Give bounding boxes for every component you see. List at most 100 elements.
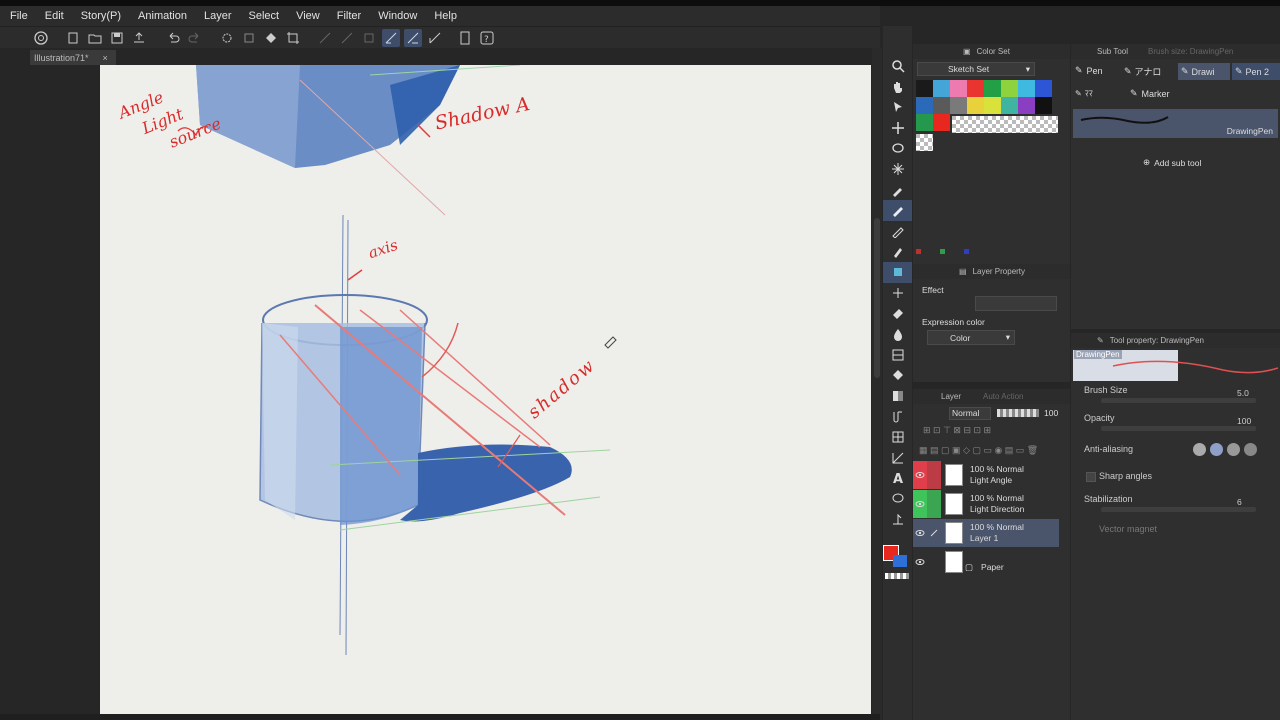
preset-preview[interactable]: DrawingPen bbox=[1073, 350, 1278, 381]
color-swatch-17[interactable] bbox=[933, 114, 950, 131]
fill-tool-icon[interactable] bbox=[883, 344, 912, 365]
sub-color-swatch[interactable] bbox=[893, 555, 907, 567]
sharp-angles-checkbox[interactable] bbox=[1086, 472, 1096, 482]
color-swatch-0[interactable] bbox=[916, 80, 933, 97]
layer-row[interactable]: 100 % Normal Light Direction bbox=[913, 490, 1059, 518]
export-icon[interactable] bbox=[130, 29, 148, 47]
layer-tab[interactable]: Layer bbox=[941, 392, 961, 401]
undo-icon[interactable] bbox=[164, 29, 182, 47]
airbrush-tool-icon[interactable] bbox=[883, 261, 912, 283]
new-file-icon[interactable] bbox=[64, 29, 82, 47]
lock-icon[interactable]: ⊞ ⊡ ⊤ ⊠ ⊟ ⊡ ⊞ bbox=[923, 425, 991, 437]
open-folder-icon[interactable] bbox=[86, 29, 104, 47]
auto-action-tab[interactable]: Auto Action bbox=[983, 392, 1023, 401]
blend-tool-icon[interactable] bbox=[883, 324, 912, 345]
balloon-tool-icon[interactable] bbox=[883, 488, 912, 509]
ruler-1-icon[interactable] bbox=[316, 29, 334, 47]
color-swatch-13[interactable] bbox=[1001, 97, 1018, 114]
lock-toggle-icon[interactable] bbox=[927, 461, 941, 489]
zoom-tool-icon[interactable] bbox=[883, 56, 912, 77]
visibility-eye-icon[interactable] bbox=[913, 490, 927, 518]
menu-file[interactable]: File bbox=[10, 10, 28, 22]
app-logo-icon[interactable] bbox=[32, 29, 50, 47]
canvas-area[interactable]: Angle Light source Shadow A axis shadow bbox=[0, 65, 872, 720]
color-swatch-4[interactable] bbox=[984, 80, 1001, 97]
menu-story[interactable]: Story(P) bbox=[81, 10, 121, 22]
color-swatch-2[interactable] bbox=[950, 80, 967, 97]
opacity-slider[interactable] bbox=[997, 409, 1039, 417]
magic-wand-icon[interactable] bbox=[883, 159, 912, 180]
brush-tool-icon[interactable] bbox=[883, 241, 912, 262]
group-marker[interactable]: ✎ Marker bbox=[1130, 88, 1170, 99]
brush-preview[interactable]: DrawingPen bbox=[1073, 109, 1278, 138]
layer-row[interactable]: ▢ Paper bbox=[913, 548, 1059, 576]
visibility-eye-icon[interactable] bbox=[913, 519, 927, 547]
add-sub-tool-button[interactable]: ⊕ Add sub tool bbox=[1143, 157, 1201, 168]
menu-window[interactable]: Window bbox=[378, 10, 417, 22]
brush-size-tab[interactable]: Brush size: DrawingPen bbox=[1148, 47, 1233, 56]
color-swatch-10[interactable] bbox=[950, 97, 967, 114]
property-value[interactable]: 5.0 bbox=[1237, 388, 1249, 398]
snap-ruler-icon[interactable] bbox=[382, 28, 400, 47]
color-swatch-8[interactable] bbox=[916, 97, 933, 114]
property-slider[interactable] bbox=[1101, 398, 1256, 403]
help-icon[interactable]: ? bbox=[478, 29, 496, 47]
lasso-tool-icon[interactable] bbox=[883, 138, 912, 159]
color-set-tab[interactable]: Color Set bbox=[977, 47, 1010, 56]
hand-tool-icon[interactable] bbox=[883, 77, 912, 98]
snap-grid-icon[interactable] bbox=[426, 29, 444, 47]
property-slider[interactable] bbox=[1101, 507, 1256, 512]
transform-icon[interactable] bbox=[240, 29, 258, 47]
menu-edit[interactable]: Edit bbox=[45, 10, 64, 22]
ruler-3-icon[interactable] bbox=[360, 29, 378, 47]
color-swatch-6[interactable] bbox=[1018, 80, 1035, 97]
group-pen2[interactable]: ✎ Pen 2 bbox=[1232, 63, 1280, 80]
operation-tool-icon[interactable] bbox=[883, 97, 912, 118]
expression-color-dropdown[interactable]: Color ▾ bbox=[927, 330, 1015, 345]
visibility-eye-icon[interactable] bbox=[913, 461, 927, 489]
color-swatch-9[interactable] bbox=[933, 97, 950, 114]
visibility-eye-icon[interactable] bbox=[913, 548, 927, 576]
menu-layer[interactable]: Layer bbox=[204, 10, 232, 22]
ruler-tool-icon[interactable] bbox=[883, 447, 912, 468]
sub-tool-tab[interactable]: Sub Tool bbox=[1097, 47, 1128, 56]
clear-icon[interactable] bbox=[218, 29, 236, 47]
color-swatch-1[interactable] bbox=[933, 80, 950, 97]
menu-filter[interactable]: Filter bbox=[337, 10, 361, 22]
close-icon[interactable]: × bbox=[103, 53, 108, 63]
correct-line-tool-icon[interactable] bbox=[883, 509, 912, 530]
eraser-tool-icon[interactable] bbox=[883, 303, 912, 324]
color-swatch-16[interactable] bbox=[916, 114, 933, 131]
color-swatch-15[interactable] bbox=[1035, 97, 1052, 114]
snap-special-icon[interactable] bbox=[404, 28, 422, 47]
transparent-color-icon[interactable] bbox=[885, 573, 909, 579]
lock-toggle-icon[interactable] bbox=[927, 548, 941, 576]
property-value[interactable]: 100 bbox=[1237, 416, 1251, 426]
tablet-icon[interactable] bbox=[456, 29, 474, 47]
drawing-canvas[interactable]: Angle Light source Shadow A axis shadow bbox=[100, 65, 871, 717]
property-value[interactable]: 6 bbox=[1237, 497, 1242, 507]
transparent-swatch[interactable] bbox=[916, 134, 933, 151]
anti-aliasing-options[interactable] bbox=[1193, 442, 1268, 457]
menu-animation[interactable]: Animation bbox=[138, 10, 187, 22]
save-icon[interactable] bbox=[108, 29, 126, 47]
menu-help[interactable]: Help bbox=[434, 10, 457, 22]
eyedropper-icon[interactable] bbox=[883, 180, 912, 201]
color-swatch-7[interactable] bbox=[1035, 80, 1052, 97]
scrollbar-thumb[interactable] bbox=[874, 218, 880, 378]
menu-select[interactable]: Select bbox=[249, 10, 280, 22]
property-slider[interactable] bbox=[1101, 426, 1256, 431]
effect-buttons[interactable] bbox=[975, 296, 1057, 311]
layer-row[interactable]: 100 % Normal Light Angle bbox=[913, 461, 1059, 489]
group-analog[interactable]: ✎ アナロ bbox=[1124, 65, 1161, 78]
lock-toggle-icon[interactable] bbox=[927, 490, 941, 518]
figure-tool-icon[interactable] bbox=[883, 406, 912, 427]
bucket-tool-icon[interactable] bbox=[883, 365, 912, 386]
color-swatch-11[interactable] bbox=[967, 97, 984, 114]
pencil-tool-icon[interactable] bbox=[883, 221, 912, 242]
lock-toggle-icon[interactable] bbox=[927, 519, 941, 547]
crop-icon[interactable] bbox=[284, 29, 302, 47]
color-swatch-5[interactable] bbox=[1001, 80, 1018, 97]
fill-icon[interactable] bbox=[262, 29, 280, 47]
decoration-tool-icon[interactable] bbox=[883, 283, 912, 304]
